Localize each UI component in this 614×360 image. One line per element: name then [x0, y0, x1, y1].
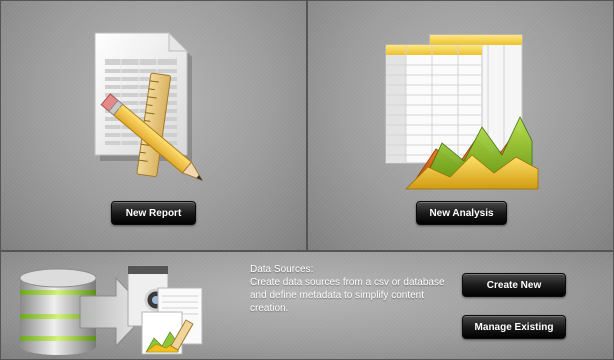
create-new-button[interactable]: Create New: [462, 273, 566, 297]
new-analysis-panel: New Analysis: [307, 0, 614, 251]
data-sources-panel: Data Sources: Create data sources from a…: [0, 251, 614, 360]
new-report-button[interactable]: New Report: [111, 201, 196, 225]
data-sources-description: Data Sources: Create data sources from a…: [250, 263, 450, 315]
new-report-panel: New Report: [0, 0, 307, 251]
spreadsheet-chart-icon[interactable]: [376, 31, 541, 191]
manage-existing-button[interactable]: Manage Existing: [462, 315, 566, 339]
report-document-icon[interactable]: [91, 29, 221, 184]
data-sources-text: Create data sources from a csv or databa…: [250, 277, 445, 314]
data-sources-title: Data Sources:: [250, 264, 314, 275]
new-analysis-button[interactable]: New Analysis: [416, 201, 507, 225]
database-to-documents-icon: [16, 260, 211, 358]
